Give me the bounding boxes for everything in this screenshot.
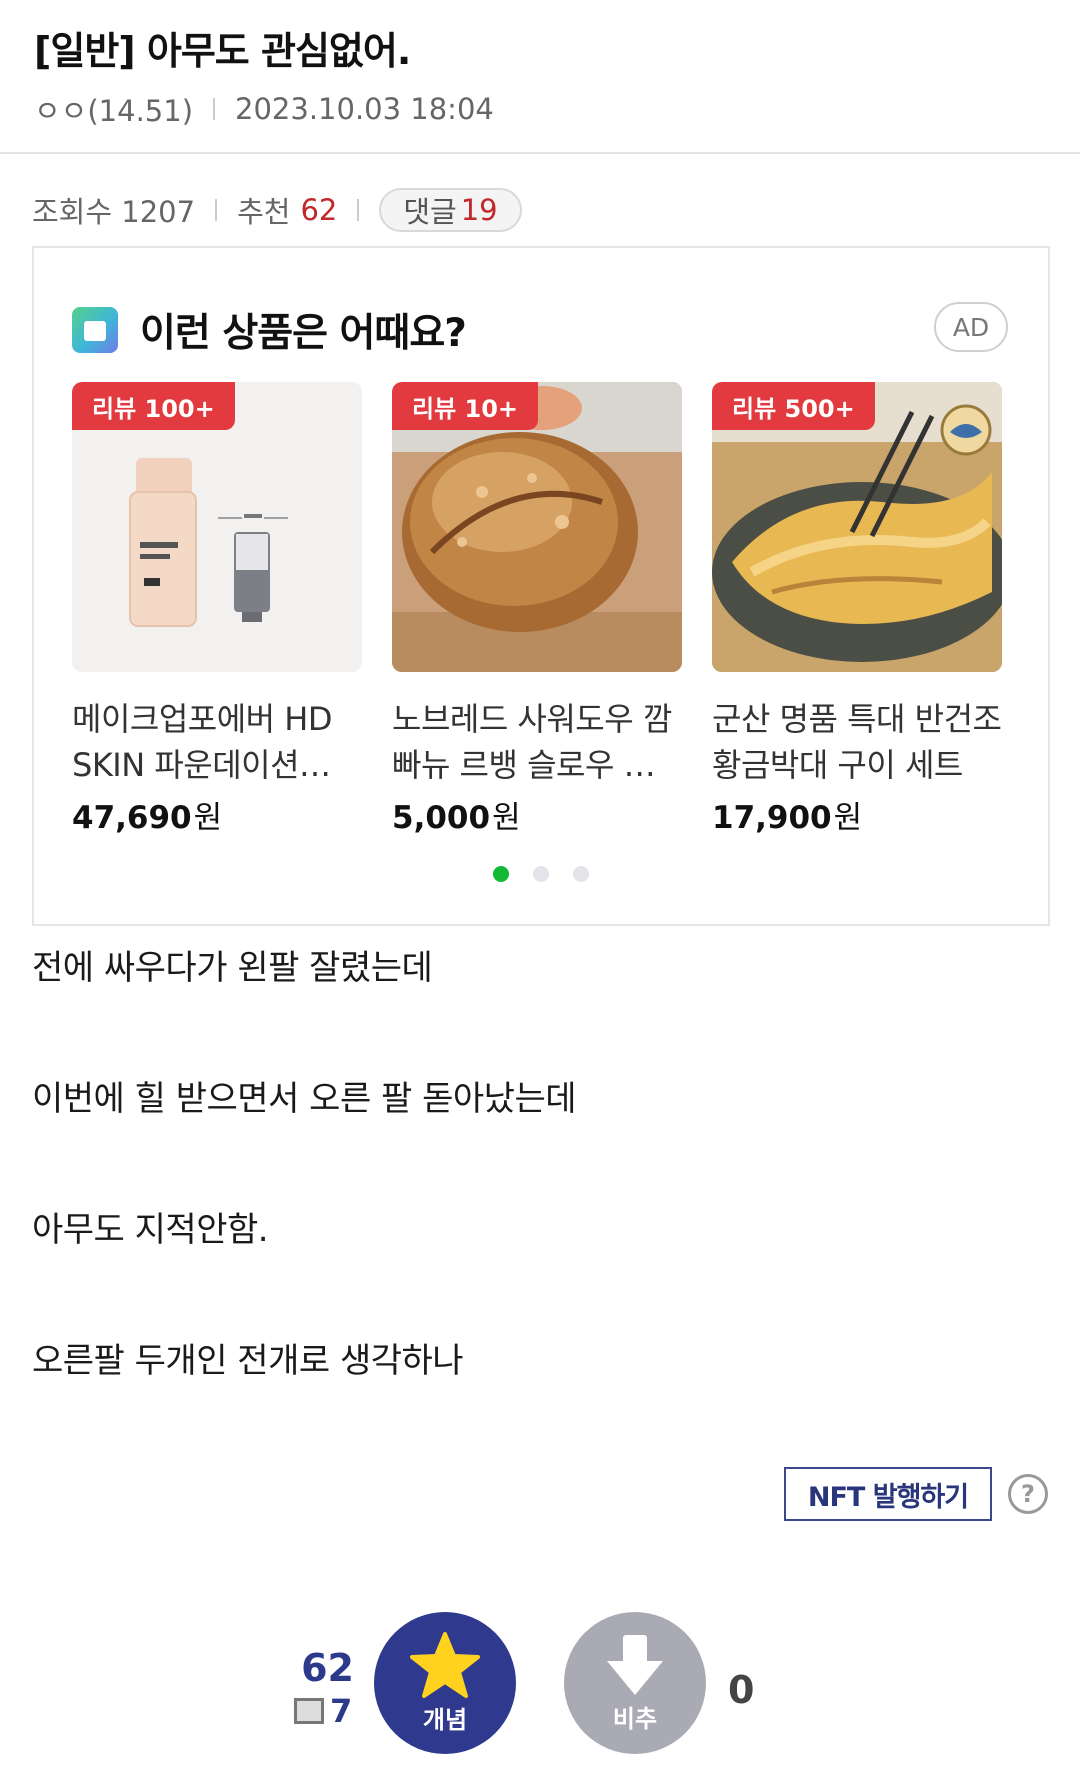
shopping-bag-icon	[72, 307, 118, 353]
fixed-user-count: 7	[330, 1692, 353, 1730]
price-currency: 원	[833, 800, 863, 836]
post-body-line: 아무도 지적안함.	[32, 1210, 269, 1250]
downvote-label: 비추	[612, 1704, 658, 1733]
arrow-down-icon	[607, 1634, 663, 1695]
product-name[interactable]: 노브레드 사워도우 깜빠뉴 르뱅 슬로우 발효빵	[392, 696, 682, 788]
price-currency: 원	[492, 800, 521, 836]
post-title: [일반] 아무도 관심없어.	[34, 29, 411, 73]
view-count: 조회수 1207	[32, 195, 196, 229]
star-icon	[410, 1631, 480, 1698]
downvote-count: 0	[728, 1668, 755, 1712]
review-count-tag: 리뷰 100+	[72, 382, 235, 430]
stats-divider	[357, 199, 360, 221]
ad-badge[interactable]: AD	[934, 302, 1008, 352]
post-body-line: 오른팔 두개인 전개로 생각하나	[32, 1341, 464, 1381]
product-card[interactable]: 리뷰 500+ 군산 명품 특대 반건조 황금박대 구이 세트 17,900 원	[712, 382, 1002, 837]
upvote-button[interactable]: 개념	[374, 1612, 516, 1754]
carousel-dot-3[interactable]	[573, 866, 589, 882]
ad-header: 이런 상품은 어때요?	[72, 302, 467, 358]
product-name[interactable]: 메이크업포에버 HD SKIN 파운데이션 30ml	[72, 696, 362, 788]
downvote-button[interactable]: 비추	[564, 1612, 706, 1754]
ad-title: 이런 상품은 어때요?	[140, 311, 467, 356]
product-image-foundation[interactable]: 리뷰 100+	[72, 382, 362, 672]
help-icon[interactable]: ?	[1008, 1474, 1048, 1514]
price-value: 5,000	[392, 800, 491, 836]
price-value: 17,900	[712, 800, 832, 836]
product-price: 17,900 원	[712, 792, 1002, 837]
comment-count: 19	[460, 193, 498, 227]
post-stats: 조회수 1207 추천 62 댓글 19	[32, 188, 522, 232]
review-count-tag: 리뷰 500+	[712, 382, 875, 430]
stats-divider	[215, 199, 218, 221]
upvote-count: 62	[301, 1646, 354, 1690]
upvote-label: 개념	[422, 1705, 468, 1734]
post-header: [일반] 아무도 관심없어. ㅇㅇ(14.51) 2023.10.03 18:0…	[0, 0, 1080, 154]
product-card[interactable]: 리뷰 10+ 노브레드 사워도우 깜빠뉴 르뱅 슬로우 발효빵 5,000원	[392, 382, 682, 837]
post-meta: ㅇㅇ(14.51) 2023.10.03 18:04	[34, 88, 494, 130]
product-card[interactable]: 리뷰 100+ 메이크업포에버 HD SKIN 파운데이션 30ml 47,69…	[72, 382, 362, 837]
product-price: 47,690 원	[72, 792, 362, 837]
product-image-grilled-fish[interactable]: 리뷰 500+	[712, 382, 1002, 672]
price-value: 47,690	[72, 800, 192, 836]
product-price: 5,000 원	[392, 792, 682, 837]
post-body-line: 전에 싸우다가 왼팔 잘렸는데	[32, 948, 433, 988]
review-count-tag: 리뷰 10+	[392, 382, 539, 430]
post-datetime: 2023.10.03 18:04	[235, 92, 494, 126]
carousel-dot-2[interactable]	[533, 866, 549, 882]
post-body-line: 이번에 힐 받으면서 오른 팔 돋아났는데	[32, 1079, 577, 1119]
fixed-user-upvote: 7	[294, 1692, 352, 1730]
author-name[interactable]: ㅇㅇ(14.51)	[34, 88, 193, 130]
product-name[interactable]: 군산 명품 특대 반건조 황금박대 구이 세트	[712, 696, 1002, 788]
recommend-count: 62	[300, 193, 338, 227]
carousel-dot-1[interactable]	[493, 866, 509, 882]
recommend-label: 추천	[237, 195, 291, 229]
price-currency: 원	[193, 800, 223, 836]
fixed-user-icon	[294, 1698, 324, 1724]
product-image-sourdough[interactable]: 리뷰 10+	[392, 382, 682, 672]
carousel-pagination	[34, 866, 1048, 882]
ad-product-carousel: 이런 상품은 어때요? AD 리뷰 100+ 메이크업포에버 HD SKIN 파…	[32, 246, 1050, 926]
nft-mint-button[interactable]: NFT 발행하기	[784, 1467, 992, 1521]
comment-count-button[interactable]: 댓글 19	[379, 188, 522, 232]
comment-label: 댓글	[403, 195, 457, 229]
meta-divider	[213, 98, 216, 120]
